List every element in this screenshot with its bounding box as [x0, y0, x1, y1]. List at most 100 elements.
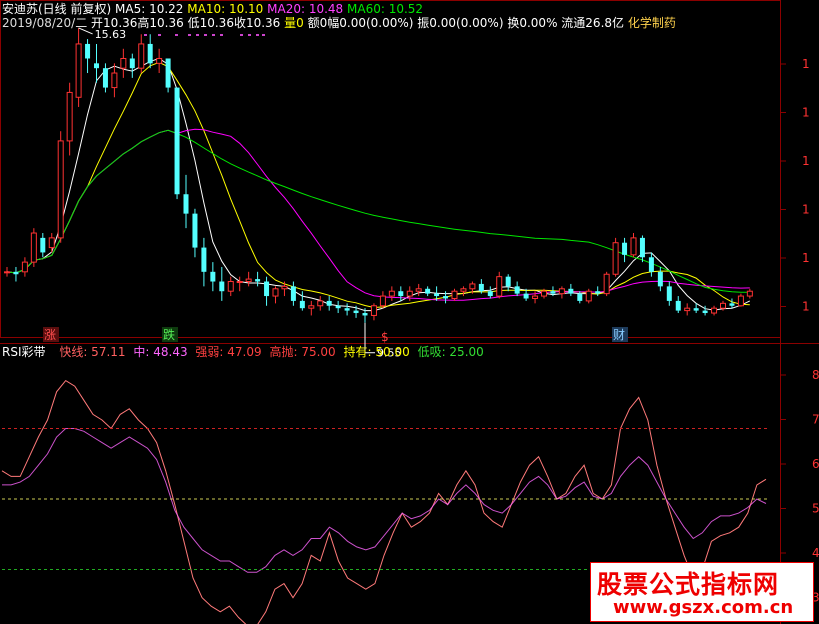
event-dot	[240, 34, 243, 36]
candle-body	[21, 261, 28, 273]
rsi-tick-label: 8	[812, 368, 819, 382]
candle-body	[85, 43, 91, 59]
candle-body	[729, 303, 735, 306]
bar-swing: 振0.00(0.00%)	[417, 16, 504, 30]
bar-low: 低10.36	[187, 16, 234, 30]
price-header-row2: 2019/08/20/二 开10.36高10.36 低10.36收10.36 量…	[2, 16, 676, 31]
bar-amplitude: 幅0.00(0.00%)	[327, 16, 414, 30]
candle-body	[612, 242, 619, 275]
candle-body	[102, 68, 108, 88]
candle-body	[174, 87, 180, 195]
candle-body	[4, 271, 10, 274]
candles	[4, 27, 753, 323]
rsi-header: RSI彩带 快线: 57.11 中: 48.43 强弱: 47.09 高抛: 7…	[2, 345, 484, 360]
candle-body	[720, 302, 726, 309]
candle-body	[648, 257, 654, 272]
event-dot	[256, 34, 259, 36]
price-tick-label: 1	[802, 203, 810, 217]
candle-body	[388, 290, 395, 297]
rsi-hold: 持有: 50.00	[343, 345, 410, 359]
watermark: 股票公式指标网 www.gszx.com.cn	[590, 562, 814, 622]
candle-body	[585, 290, 592, 302]
rsi-high-sell: 高抛: 75.00	[269, 345, 336, 359]
candle-body	[236, 281, 243, 284]
candle-body	[326, 300, 332, 306]
candle-body	[344, 308, 350, 311]
candle-body	[353, 310, 359, 314]
bar-volume: 量0	[284, 16, 304, 30]
candle-body	[622, 242, 628, 255]
candle-body	[415, 288, 422, 292]
candle-body	[460, 288, 467, 292]
event-dot	[220, 34, 223, 36]
candle-body	[702, 310, 708, 314]
bar-turnover: 换0.00%	[507, 16, 558, 30]
candle-body	[299, 300, 305, 309]
candle-body	[290, 286, 296, 301]
candle-body	[317, 300, 324, 307]
event-dot	[204, 34, 207, 36]
ma60-value: MA60: 10.52	[347, 2, 424, 16]
price-tick-label: 1	[802, 106, 810, 120]
candle-body	[219, 281, 225, 292]
marker-die: 跌	[163, 327, 175, 342]
ma20-value: MA20: 10.48	[267, 2, 344, 16]
rsi-tick-label: 4	[812, 546, 819, 560]
price-annotations: 15.639.55	[78, 27, 402, 360]
candle-body	[57, 140, 64, 239]
candle-body	[532, 295, 539, 299]
candle-body	[541, 290, 547, 297]
price-panel-frame	[0, 0, 781, 338]
event-dot	[144, 34, 147, 36]
candle-body	[183, 194, 189, 214]
event-dot	[175, 34, 178, 36]
rsi-tick-label: 5	[812, 502, 819, 516]
ma60-line	[6, 129, 750, 293]
rsi-low-buy: 低吸: 25.00	[417, 345, 484, 359]
candle-body	[523, 293, 529, 299]
candle-body	[558, 288, 565, 295]
candle-body	[210, 271, 216, 282]
bar-amount: 额0	[307, 16, 328, 30]
rsi-tick-label: 7	[812, 413, 819, 427]
candle-body	[550, 291, 556, 294]
candle-body	[264, 281, 270, 297]
candle-body	[40, 237, 46, 253]
candle-body	[120, 57, 127, 69]
candle-body	[245, 278, 252, 283]
candle-body	[577, 293, 583, 301]
candle-body	[335, 305, 341, 309]
rsi-tick-label: 6	[812, 457, 819, 471]
candle-body	[370, 305, 377, 316]
event-dot	[248, 34, 251, 36]
candle-body	[111, 72, 118, 89]
bar-open: 开10.36	[91, 16, 138, 30]
price-tick-label: 1	[802, 251, 810, 265]
price-tick-label: 1	[802, 154, 810, 168]
ma10-line	[6, 61, 750, 309]
rsi-fast: 快线: 57.11	[59, 345, 126, 359]
candle-body	[94, 63, 99, 69]
candle-body	[227, 281, 234, 292]
candle-body	[192, 213, 198, 248]
candle-body	[443, 296, 449, 299]
candle-body	[398, 291, 404, 297]
event-dot	[158, 34, 161, 36]
candle-body	[66, 91, 73, 142]
bar-date: 2019/08/20/二	[2, 16, 88, 30]
event-dot	[212, 34, 215, 36]
candle-body	[434, 293, 440, 297]
candle-body	[451, 290, 458, 299]
ma5-line	[6, 57, 751, 312]
event-dot	[196, 34, 199, 36]
candle-body	[281, 285, 288, 290]
candle-body	[496, 276, 503, 297]
watermark-url: www.gszx.com.cn	[613, 597, 794, 618]
price-ticks: 1 1 1 1 1 1	[781, 57, 810, 314]
price-header-row1: 安迪苏(日线 前复权) MA5: 10.22 MA10: 10.10 MA20:…	[2, 2, 423, 17]
marker-zhang: 涨	[44, 327, 56, 342]
rsi-mid-line	[2, 428, 767, 573]
candle-body	[630, 237, 637, 256]
candle-body	[425, 288, 431, 294]
candle-body	[568, 288, 574, 294]
